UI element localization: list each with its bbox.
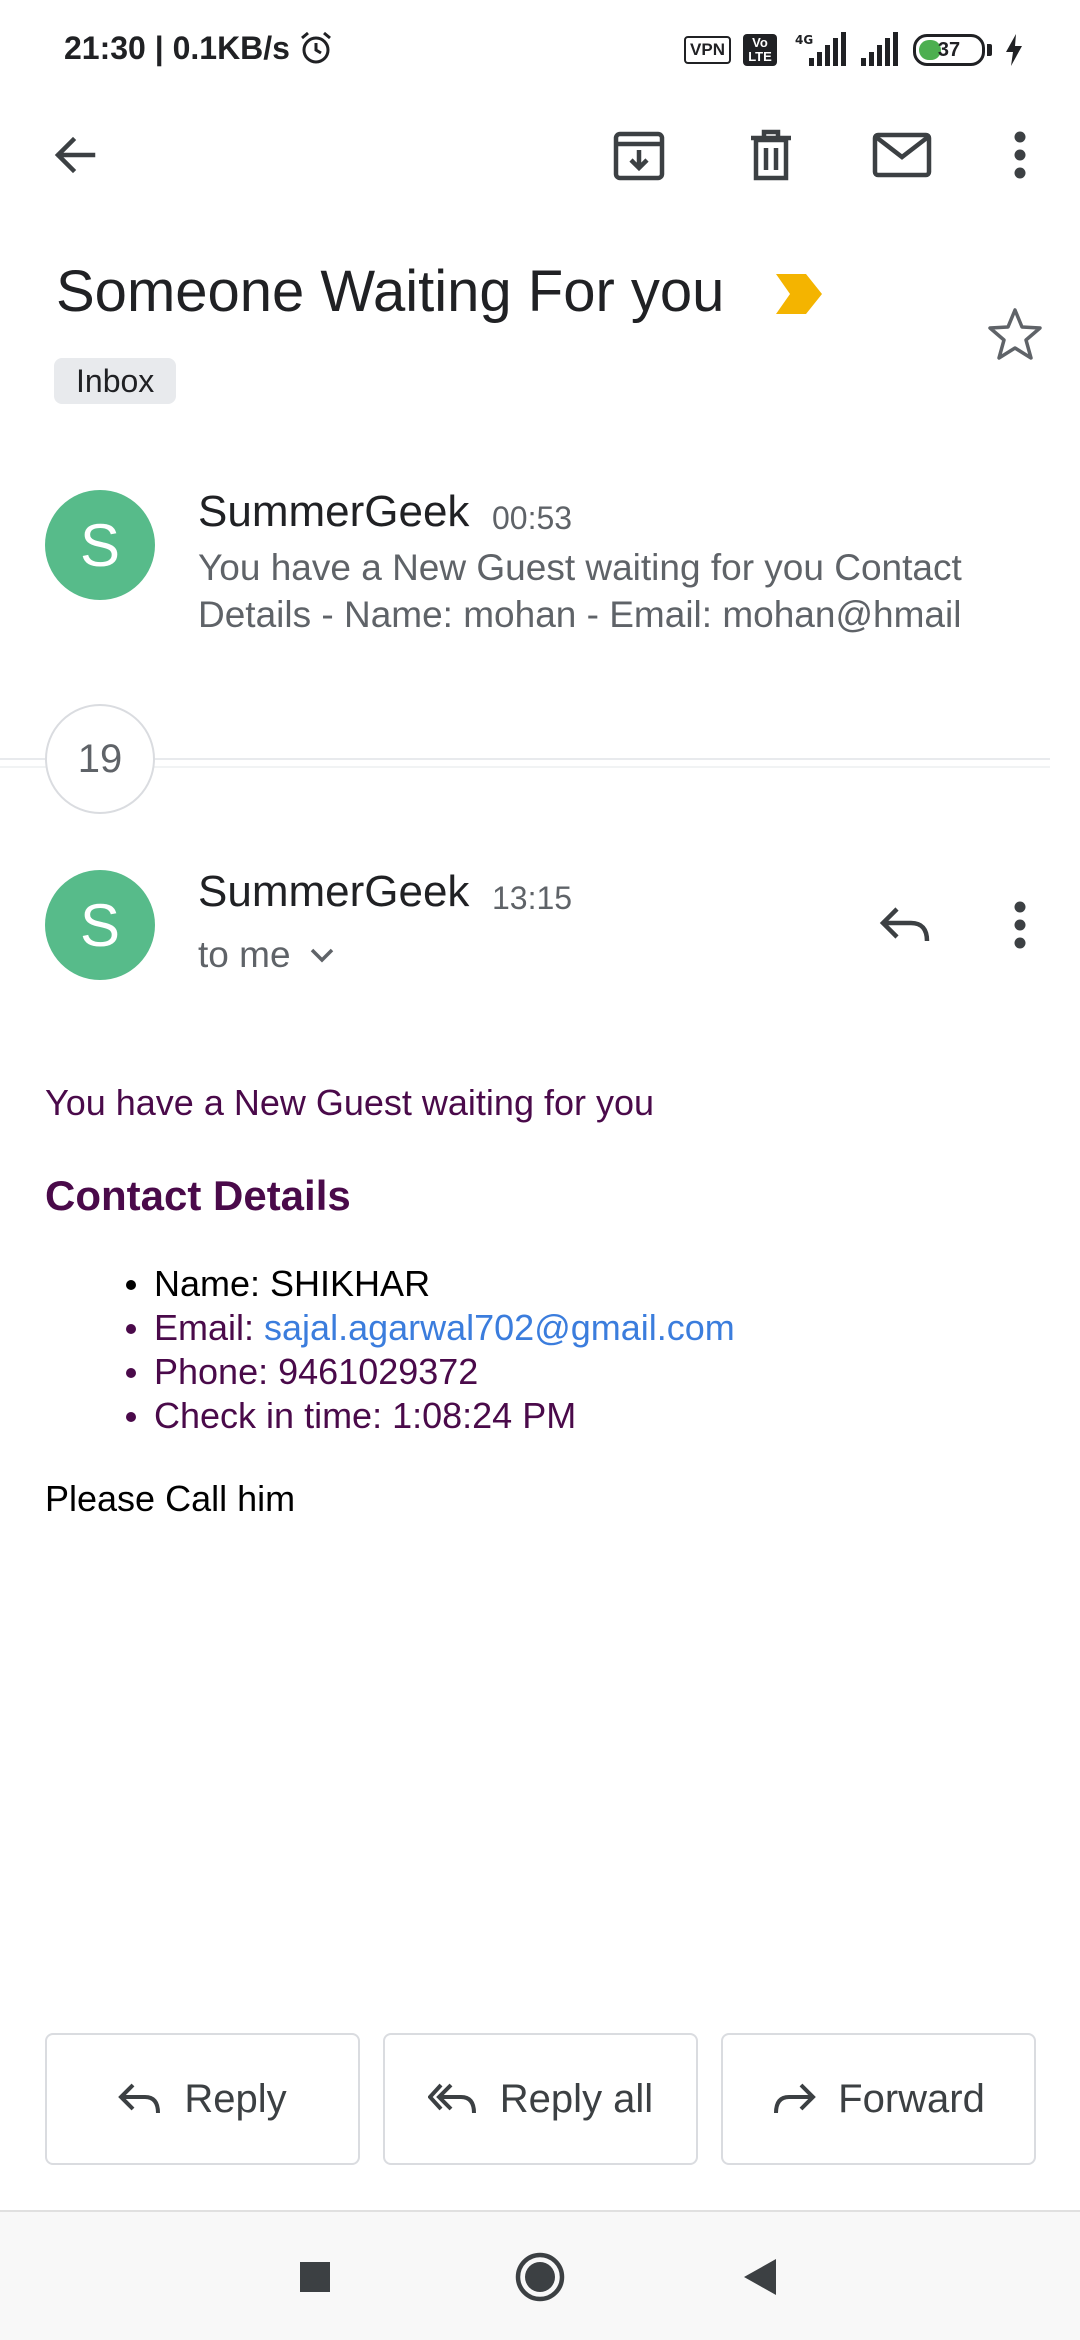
network-type-label: 4G bbox=[795, 33, 813, 47]
mark-unread-button[interactable] bbox=[862, 115, 942, 195]
alarm-icon bbox=[301, 31, 331, 64]
message-more-button[interactable] bbox=[980, 885, 1060, 965]
email-subject: Someone Waiting For you bbox=[56, 259, 725, 324]
back-arrow-icon bbox=[54, 136, 96, 174]
star-icon bbox=[988, 308, 1042, 360]
recents-square-icon bbox=[300, 2262, 330, 2292]
detail-email-prefix: Email: bbox=[154, 1307, 265, 1348]
avatar[interactable]: S bbox=[45, 870, 155, 980]
archive-button[interactable] bbox=[599, 115, 679, 195]
sender-name: SummerGeek bbox=[198, 867, 470, 916]
detail-checkin: Check in time: 1:08:24 PM bbox=[120, 1394, 735, 1438]
top-app-bar bbox=[0, 110, 1080, 200]
reply-all-label: Reply all bbox=[499, 2076, 654, 2121]
thread-divider bbox=[0, 766, 1050, 768]
detail-name: Name: SHIKHAR bbox=[120, 1262, 735, 1306]
more-options-button[interactable] bbox=[980, 115, 1060, 195]
charging-icon bbox=[1006, 34, 1022, 66]
signal-4g-icon: 4G bbox=[795, 32, 846, 66]
home-circle-icon bbox=[515, 2252, 565, 2302]
more-vert-icon bbox=[1014, 901, 1026, 949]
battery-icon: 37 bbox=[913, 34, 985, 66]
battery-level: 37 bbox=[937, 38, 961, 61]
hidden-messages-count[interactable]: 19 bbox=[45, 704, 155, 814]
reply-icon bbox=[879, 907, 930, 942]
sender-name: SummerGeek bbox=[198, 487, 470, 536]
thread-divider bbox=[0, 758, 1050, 760]
detail-phone[interactable]: Phone: 9461029372 bbox=[120, 1350, 735, 1394]
mark-unread-icon bbox=[872, 132, 932, 178]
forward-icon bbox=[774, 2083, 816, 2114]
more-vert-icon bbox=[1014, 131, 1026, 179]
system-nav-bar bbox=[0, 2210, 1080, 2340]
forward-button[interactable]: Forward bbox=[721, 2033, 1036, 2165]
recipient-details-toggle[interactable]: to me bbox=[198, 934, 335, 976]
importance-marker-icon[interactable] bbox=[776, 274, 824, 314]
signal-icon bbox=[861, 32, 898, 66]
contact-details-list: Name: SHIKHAR Email: sajal.agarwal702@gm… bbox=[120, 1262, 735, 1438]
inbox-label-chip[interactable]: Inbox bbox=[54, 358, 177, 404]
vpn-icon: VPN bbox=[684, 36, 731, 64]
message-time: 13:15 bbox=[492, 880, 573, 916]
reply-button[interactable] bbox=[865, 885, 945, 965]
status-bar: 21:30 | 0.1KB/s VPN Vo LTE 4G 37 bbox=[0, 0, 1080, 100]
recipient-label: to me bbox=[198, 934, 291, 975]
reply-label: Reply bbox=[184, 2076, 287, 2121]
battery-cap bbox=[987, 44, 992, 56]
home-button[interactable] bbox=[505, 2242, 575, 2312]
delete-button[interactable] bbox=[731, 115, 811, 195]
message-time: 00:53 bbox=[492, 500, 573, 536]
reply-all-button[interactable]: Reply all bbox=[383, 2033, 698, 2165]
body-heading: Contact Details bbox=[45, 1172, 351, 1219]
back-triangle-icon bbox=[744, 2259, 776, 2295]
delete-icon bbox=[751, 129, 791, 181]
volte-icon: Vo LTE bbox=[743, 34, 777, 66]
archive-icon bbox=[613, 131, 665, 181]
reply-action-button[interactable]: Reply bbox=[45, 2033, 360, 2165]
recents-button[interactable] bbox=[280, 2242, 350, 2312]
reply-icon bbox=[118, 2083, 161, 2114]
email-link[interactable]: sajal.agarwal702@gmail.com bbox=[264, 1307, 735, 1348]
body-closing: Please Call him bbox=[45, 1478, 296, 1519]
reply-all-icon bbox=[427, 2083, 476, 2114]
detail-email: Email: sajal.agarwal702@gmail.com bbox=[120, 1306, 735, 1350]
status-time: 21:30 | 0.1KB/s bbox=[64, 30, 290, 66]
message-snippet: You have a New Guest waiting for you Con… bbox=[198, 547, 962, 635]
back-nav-button[interactable] bbox=[725, 2242, 795, 2312]
star-button[interactable] bbox=[975, 298, 1055, 370]
back-button[interactable] bbox=[35, 115, 115, 195]
avatar[interactable]: S bbox=[45, 490, 155, 600]
forward-label: Forward bbox=[838, 2076, 985, 2121]
chevron-down-icon bbox=[310, 948, 333, 963]
body-intro: You have a New Guest waiting for you bbox=[45, 1082, 655, 1123]
status-indicators: VPN Vo LTE 4G 37 bbox=[684, 30, 1024, 70]
